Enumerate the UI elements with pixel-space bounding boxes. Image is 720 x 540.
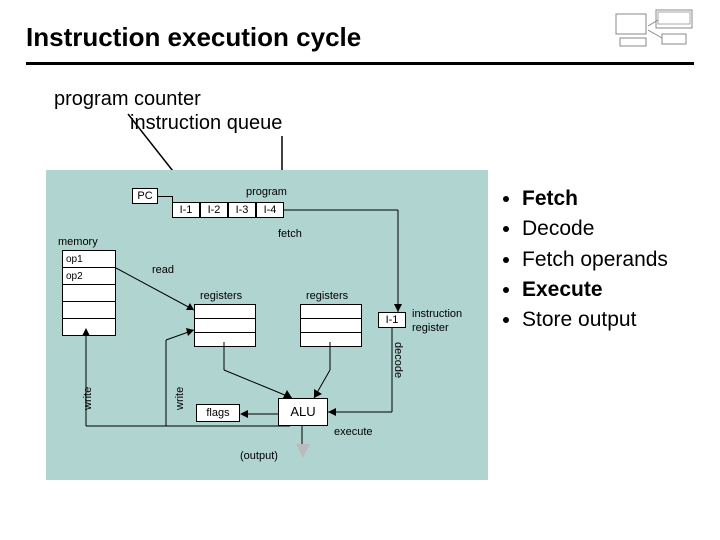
label-register-word: register — [412, 322, 449, 334]
label-fetch: fetch — [278, 228, 302, 240]
line-pc-queue — [158, 196, 172, 197]
label-execute: execute — [334, 426, 373, 438]
slide-title: Instruction execution cycle — [26, 22, 361, 53]
bullet-fetch: Fetch — [522, 186, 668, 212]
label-memory: memory — [58, 236, 98, 248]
computer-icon — [614, 8, 696, 52]
box-instruction-register: I-1 — [378, 312, 406, 328]
label-instruction: instruction — [412, 308, 462, 320]
box-i2: I-2 — [200, 202, 228, 218]
bullet-store-output: Store output — [522, 307, 668, 333]
label-program: program — [246, 186, 287, 198]
bullet-fetch-operands: Fetch operands — [522, 247, 668, 273]
bullet-decode: Decode — [522, 216, 668, 242]
box-pc: PC — [132, 188, 158, 204]
bullet-list: Fetch Decode Fetch operands Execute Stor… — [500, 186, 668, 337]
box-i3: I-3 — [228, 202, 256, 218]
bullet-execute: Execute — [522, 277, 668, 303]
box-alu: ALU — [278, 398, 328, 426]
registers-right — [300, 304, 362, 347]
output-arrow-icon — [296, 444, 310, 458]
memory-table: op1 op2 — [62, 250, 116, 336]
registers-left — [194, 304, 256, 347]
label-decode: decode — [392, 342, 404, 378]
label-output: (output) — [240, 450, 278, 462]
box-i4: I-4 — [256, 202, 284, 218]
label-registers-left: registers — [200, 290, 242, 302]
title-underline — [26, 62, 694, 65]
label-read: read — [152, 264, 174, 276]
line-pc-queue2 — [172, 196, 173, 202]
label-write-2: write — [174, 387, 186, 410]
label-registers-right: registers — [306, 290, 348, 302]
label-write-1: write — [82, 387, 94, 410]
box-i1: I-1 — [172, 202, 200, 218]
box-flags: flags — [196, 404, 240, 422]
cpu-cycle-diagram: PC program I-1 I-2 I-3 I-4 memory op1 op… — [46, 170, 488, 480]
